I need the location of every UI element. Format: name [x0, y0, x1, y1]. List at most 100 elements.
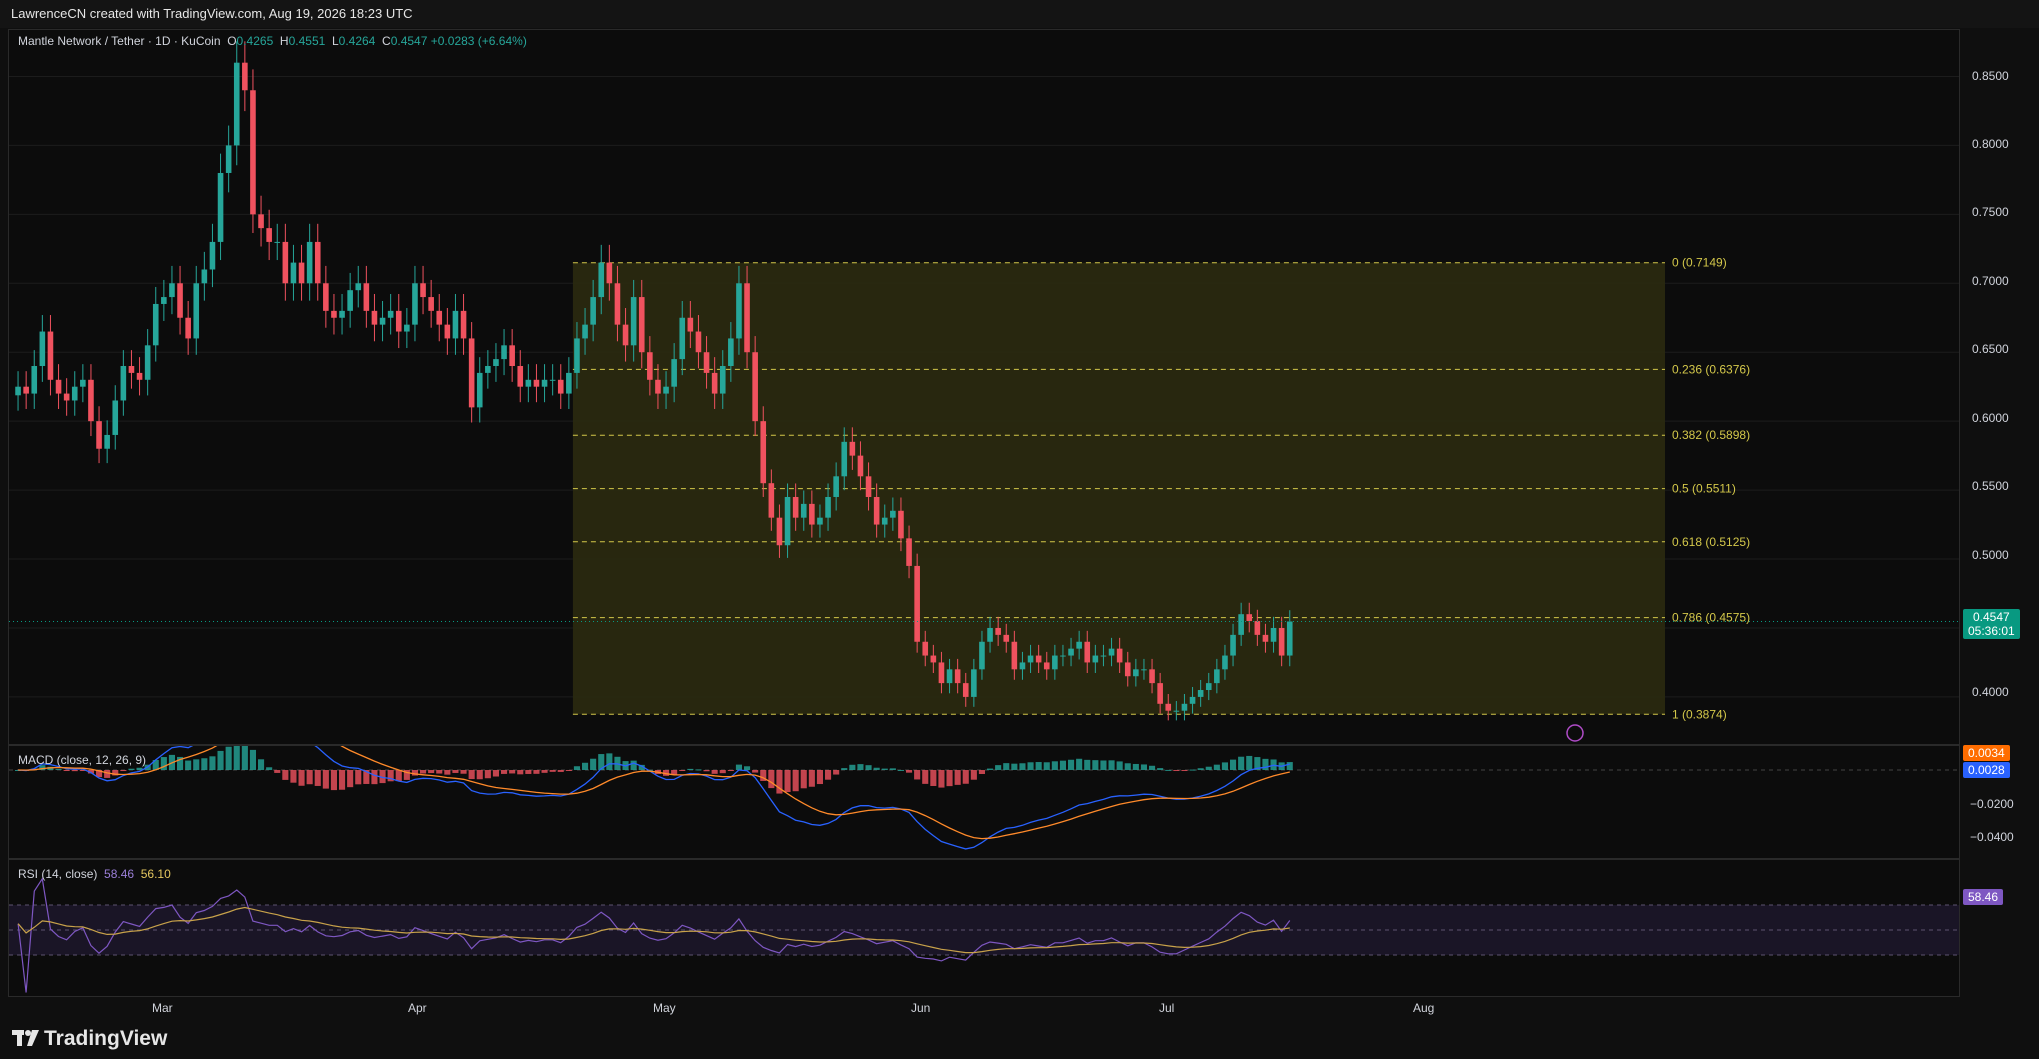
macd-histogram-bar [1084, 759, 1091, 770]
macd-histogram-bar [525, 770, 532, 774]
candle-body [1060, 655, 1066, 657]
candle-body [1076, 641, 1082, 649]
rsi-pane[interactable]: RSI (14, close) 58.46 56.10 [8, 859, 1960, 997]
time-axis[interactable]: Mar Apr May Jun Jul Aug [8, 997, 1960, 1019]
macd-histogram-bar [873, 767, 880, 770]
macd-legend[interactable]: MACD (close, 12, 26, 9) [18, 753, 146, 767]
macd-histogram-bar [1140, 764, 1147, 770]
candle-body [566, 372, 572, 394]
candle-body [881, 517, 888, 525]
high-value: 0.4551 [288, 34, 326, 48]
candle-body [574, 338, 580, 373]
macd-histogram-bar [484, 770, 491, 779]
macd-histogram-bar [833, 770, 840, 775]
candle-body [120, 366, 127, 401]
macd-chart-svg[interactable] [9, 690, 1959, 858]
candle-body [898, 510, 904, 539]
candle-body [1214, 669, 1220, 684]
candle-body [865, 476, 872, 497]
symbol-legend[interactable]: Mantle Network / Tether · 1D · KuCoin O0… [18, 34, 527, 48]
macd-histogram-bar [266, 767, 273, 770]
macd-histogram-bar [1238, 756, 1245, 770]
price-tick: 0.7500 [1972, 205, 2009, 219]
candle-body [355, 283, 362, 291]
macd-histogram-bar [274, 770, 281, 773]
price-tick: 0.8000 [1972, 137, 2009, 151]
candle-body [177, 283, 183, 318]
macd-histogram-bar [557, 770, 564, 772]
macd-histogram-bar [541, 770, 548, 773]
macd-histogram-bar [1230, 759, 1237, 770]
time-tick: Apr [408, 1001, 427, 1015]
candle-body [525, 379, 532, 387]
attribution-bar: LawrenceCN created with TradingView.com,… [0, 0, 2039, 28]
candle-body [995, 627, 1001, 635]
macd-pane[interactable]: MACD (close, 12, 26, 9) [8, 690, 1960, 859]
candle-body [776, 517, 783, 546]
macd-histogram-bar [476, 770, 483, 780]
fib-level-label: 1 (0.3874) [1672, 707, 1727, 721]
macd-histogram-bar [906, 770, 913, 773]
candle-body [800, 503, 807, 518]
macd-histogram-bar [857, 764, 864, 770]
macd-histogram-bar [322, 770, 329, 789]
time-tick: Jul [1159, 1001, 1175, 1015]
macd-histogram-bar [590, 758, 597, 770]
candle-body [752, 352, 758, 422]
price-pane[interactable]: 0 (0.7149) 0.236 (0.6376) 0.382 (0.5898) 0.… [8, 29, 1960, 745]
candle-body [1238, 614, 1244, 635]
macd-histogram-bar [201, 758, 208, 770]
rsi-ma-value: 56.10 [140, 867, 171, 881]
candle-body [452, 310, 459, 339]
macd-histogram-bar [1043, 762, 1050, 770]
macd-histogram-bar [1189, 769, 1196, 771]
macd-histogram-bar [468, 770, 475, 780]
candle-body [979, 641, 985, 670]
candle-body [509, 345, 515, 367]
tradingview-logo[interactable]: TradingView [12, 1027, 167, 1051]
rsi-axis[interactable]: 58.46 [1960, 859, 2039, 997]
price-chart-svg[interactable]: 0 (0.7149) 0.236 (0.6376) 0.382 (0.5898) 0.… [9, 30, 1959, 744]
macd-histogram-bar [1124, 763, 1131, 770]
macd-histogram-bar [849, 764, 856, 770]
candle-body [768, 483, 775, 518]
macd-histogram-bar [549, 770, 556, 772]
price-axis[interactable]: 0.8500 0.8000 0.7500 0.7000 0.6500 0.600… [1960, 29, 2039, 745]
candle-body [161, 297, 167, 304]
candle-body [1116, 648, 1123, 663]
macd-histogram-bar [1011, 763, 1018, 770]
macd-histogram-bar [444, 770, 451, 775]
candle-body [258, 214, 264, 229]
macd-histogram-bar [800, 770, 807, 789]
candle-body [395, 310, 402, 332]
candle-body [760, 421, 767, 484]
candle-body [404, 324, 410, 332]
alert-icon [1566, 724, 1584, 742]
rsi-chart-svg[interactable] [9, 860, 1959, 996]
macd-histogram-bar [452, 770, 459, 773]
candle-body [209, 241, 216, 270]
candle-body [1084, 641, 1091, 663]
macd-histogram-bar [1286, 762, 1293, 770]
candle-body [582, 324, 588, 339]
macd-histogram-bar [258, 759, 265, 770]
candle-body [792, 496, 799, 518]
open-label: O [227, 34, 237, 48]
macd-histogram-bar [1019, 763, 1026, 770]
rsi-legend[interactable]: RSI (14, close) 58.46 56.10 [18, 867, 171, 881]
time-tick: May [653, 1001, 676, 1015]
candle-body [1278, 627, 1285, 656]
candle-body [890, 510, 896, 518]
macd-histogram-bar [630, 760, 637, 770]
candle-body [185, 317, 191, 339]
candle-body [849, 441, 856, 456]
candle-body [1108, 648, 1115, 656]
macd-histogram-bar [282, 770, 289, 780]
macd-axis[interactable]: 0.0034 0.0028 −0.0200 −0.0400 [1960, 745, 2039, 859]
candle-body [728, 338, 734, 367]
macd-histogram-bar [865, 765, 872, 770]
close-label: C [382, 34, 391, 48]
candle-body [152, 303, 159, 346]
candle-body [501, 345, 507, 360]
macd-histogram-bar [1262, 758, 1269, 770]
